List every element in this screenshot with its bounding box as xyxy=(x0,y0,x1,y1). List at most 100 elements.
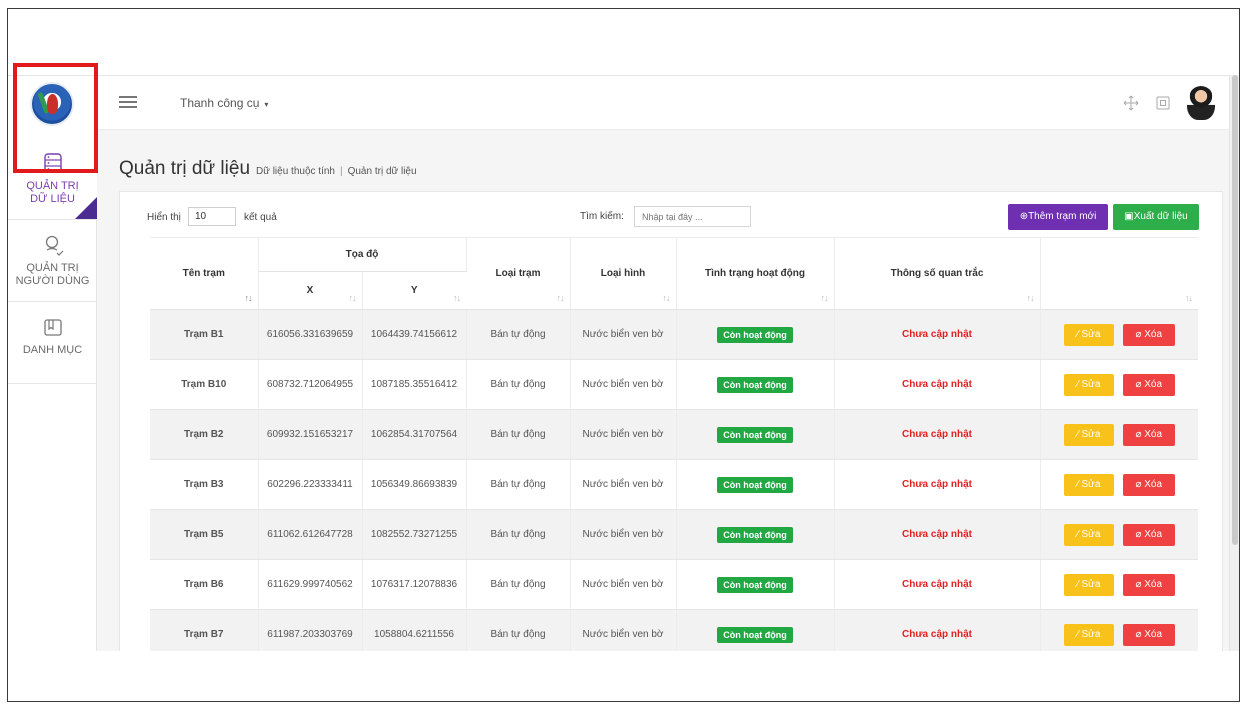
scrollbar-thumb[interactable] xyxy=(1232,75,1238,545)
column-header-actions[interactable]: ↑↓ xyxy=(1040,237,1198,310)
fullscreen-icon[interactable] xyxy=(1155,95,1171,111)
cell-x: 611987.203303769 xyxy=(258,609,363,651)
cell-x: 611062.612647728 xyxy=(258,509,363,560)
edit-button[interactable]: ⁄ Sửa xyxy=(1063,623,1114,646)
edit-button[interactable]: ⁄ Sửa xyxy=(1063,423,1114,446)
cell-status: Còn hoạt động xyxy=(676,559,835,610)
params-status: Chưa cập nhật xyxy=(901,379,973,390)
cell-kind: Nước biển ven bờ xyxy=(570,459,677,510)
sidebar: QUẢN TRỊ DỮ LIỆU QUẢN TRỊ NGƯỜI DÙNG DAN… xyxy=(8,76,97,651)
edit-button[interactable]: ⁄ Sửa xyxy=(1063,323,1114,346)
edit-button[interactable]: ⁄ Sửa xyxy=(1063,373,1114,396)
cell-y: 1064439.74156612 xyxy=(362,309,467,360)
delete-button[interactable]: ⌀ Xóa xyxy=(1122,523,1175,546)
delete-button[interactable]: ⌀ Xóa xyxy=(1122,473,1175,496)
move-icon[interactable] xyxy=(1123,95,1139,111)
status-badge: Còn hoạt động xyxy=(717,326,793,343)
sidebar-item-catalog[interactable]: DANH MỤC xyxy=(8,302,97,384)
status-badge: Còn hoạt động xyxy=(717,376,793,393)
eraser-icon: ⌀ xyxy=(1135,528,1145,540)
cell-y: 1062854.31707564 xyxy=(362,409,467,460)
page-size-input[interactable] xyxy=(188,207,236,226)
column-header-x[interactable]: X ↑↓ xyxy=(258,271,363,310)
cell-actions: ⁄ Sửa ⌀ Xóa xyxy=(1040,359,1198,410)
page-scrollbar[interactable] xyxy=(1229,75,1239,651)
sort-icon: ↑↓ xyxy=(244,293,253,303)
cell-x: 616056.331639659 xyxy=(258,309,363,360)
header-label: Tọa độ xyxy=(345,249,379,260)
sidebar-item-data-admin[interactable]: QUẢN TRỊ DỮ LIỆU xyxy=(8,138,97,220)
cell-station-type: Bán tự động xyxy=(466,409,571,460)
sort-icon: ↑↓ xyxy=(820,293,829,303)
sort-icon: ↑↓ xyxy=(662,293,671,303)
edit-button[interactable]: ⁄ Sửa xyxy=(1063,473,1114,496)
cell-station-type: Bán tự động xyxy=(466,609,571,651)
cell-station-type: Bán tự động xyxy=(466,459,571,510)
delete-button[interactable]: ⌀ Xóa xyxy=(1122,373,1175,396)
delete-label: Xóa xyxy=(1144,428,1163,440)
delete-label: Xóa xyxy=(1144,328,1163,340)
eraser-icon: ⌀ xyxy=(1135,428,1145,440)
export-data-button[interactable]: ▣Xuất dữ liệu xyxy=(1113,204,1199,230)
add-station-button[interactable]: ⊕Thêm trạm mới xyxy=(1008,204,1108,230)
export-data-label: Xuất dữ liệu xyxy=(1133,211,1188,222)
eraser-icon: ⌀ xyxy=(1135,478,1145,490)
sort-icon: ↑↓ xyxy=(556,293,565,303)
column-header-y[interactable]: Y ↑↓ xyxy=(362,271,466,310)
cell-kind: Nước biển ven bờ xyxy=(570,359,677,410)
cell-station-name: Trạm B6 xyxy=(150,559,259,610)
breadcrumb-item[interactable]: Quản trị dữ liệu xyxy=(348,166,417,177)
edit-button[interactable]: ⁄ Sửa xyxy=(1063,573,1114,596)
column-header-params[interactable]: Thông số quan trắc ↑↓ xyxy=(834,237,1041,310)
avatar[interactable] xyxy=(1187,86,1215,120)
status-badge: Còn hoạt động xyxy=(717,426,793,443)
header-label: Y xyxy=(410,285,418,296)
sidebar-item-label: DANH MỤC xyxy=(22,344,83,356)
cell-params: Chưa cập nhật xyxy=(834,359,1041,410)
cell-station-type: Bán tự động xyxy=(466,559,571,610)
cell-actions: ⁄ Sửa ⌀ Xóa xyxy=(1040,559,1198,610)
toolbar-dropdown-label: Thanh công cụ xyxy=(180,96,260,110)
export-file-icon: ▣ xyxy=(1124,211,1134,222)
table-row: Trạm B5 611062.612647728 1082552.73271255 B… xyxy=(150,509,1198,560)
delete-button[interactable]: ⌀ Xóa xyxy=(1122,573,1175,596)
edit-button[interactable]: ⁄ Sửa xyxy=(1063,523,1114,546)
logo[interactable] xyxy=(30,82,74,126)
cell-station-name: Trạm B3 xyxy=(150,459,259,510)
cell-kind: Nước biển ven bờ xyxy=(570,609,677,651)
delete-button[interactable]: ⌀ Xóa xyxy=(1122,323,1175,346)
table-row: Trạm B7 611987.203303769 1058804.6211556 Bá… xyxy=(150,609,1198,651)
cell-station-type: Bán tự động xyxy=(466,309,571,360)
delete-button[interactable]: ⌀ Xóa xyxy=(1122,423,1175,446)
sort-icon: ↑↓ xyxy=(1185,293,1193,303)
delete-button[interactable]: ⌀ Xóa xyxy=(1122,623,1175,646)
breadcrumb-item[interactable]: Dữ liệu thuộc tính xyxy=(256,166,335,177)
edit-label: Sửa xyxy=(1081,578,1101,590)
sidebar-item-user-admin[interactable]: QUẢN TRỊ NGƯỜI DÙNG xyxy=(8,220,97,302)
header-label: Tên trạm xyxy=(182,268,225,279)
sidebar-item-label: QUẢN TRỊ xyxy=(26,262,79,274)
params-status: Chưa cập nhật xyxy=(901,529,973,540)
search-input[interactable] xyxy=(634,206,751,227)
column-header-status[interactable]: Tình trạng hoạt động ↑↓ xyxy=(676,237,835,310)
stations-table-body: Trạm B1 616056.331639659 1064439.74156612 B… xyxy=(150,309,1198,651)
cell-y: 1087185.35516412 xyxy=(362,359,467,410)
user-icon xyxy=(45,235,63,256)
eraser-icon: ⌀ xyxy=(1135,578,1145,590)
cell-status: Còn hoạt động xyxy=(676,609,835,651)
table-row: Trạm B6 611629.999740562 1076317.12078836 B… xyxy=(150,559,1198,610)
status-badge: Còn hoạt động xyxy=(717,626,793,643)
cell-y: 1082552.73271255 xyxy=(362,509,467,560)
sort-icon: ↑↓ xyxy=(348,293,357,303)
params-status: Chưa cập nhật xyxy=(901,329,973,340)
hamburger-menu-icon[interactable] xyxy=(119,96,137,108)
toolbar-dropdown[interactable]: Thanh công cụ ▾ xyxy=(180,96,268,110)
column-header-station-type[interactable]: Loại trạm ↑↓ xyxy=(466,237,571,310)
header-label: Loại trạm xyxy=(495,268,541,279)
table-controls: Hiển thị kết quả Tìm kiếm: ⊕Thêm trạm mớ… xyxy=(120,192,1222,238)
cell-params: Chưa cập nhật xyxy=(834,609,1041,651)
params-status: Chưa cập nhật xyxy=(901,429,973,440)
column-header-kind[interactable]: Loại hình ↑↓ xyxy=(570,237,677,310)
cell-kind: Nước biển ven bờ xyxy=(570,509,677,560)
column-header-name[interactable]: Tên trạm ↑↓ xyxy=(150,237,259,310)
